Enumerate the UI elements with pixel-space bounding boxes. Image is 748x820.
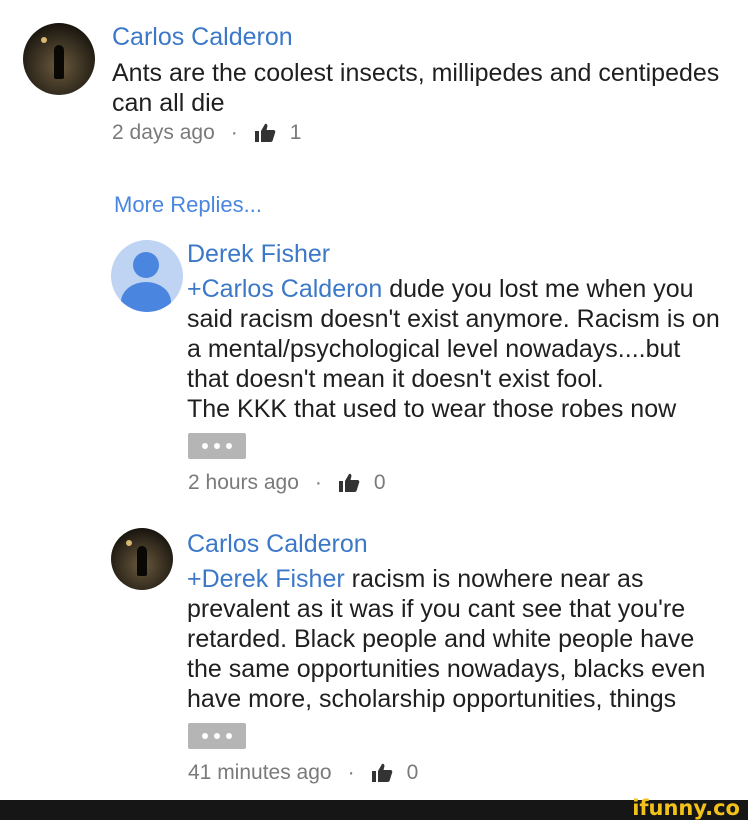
comment-meta: 2 hours ago · 0 [188, 470, 386, 496]
separator: · [314, 471, 322, 494]
comment-text-first: dude you lost me when you [389, 275, 694, 303]
comment-author[interactable]: Derek Fisher [187, 239, 330, 269]
comment-text-line: +Derek Fisher racism is nowhere near as [187, 564, 742, 594]
comment-time: 2 hours ago [188, 471, 299, 494]
comment-text-line: retarded. Black people and white people … [187, 625, 695, 653]
avatar[interactable] [23, 23, 95, 95]
avatar-light [41, 37, 47, 43]
comment-meta: 2 days ago · 1 [112, 120, 301, 146]
like-count: 1 [289, 121, 302, 144]
dot-icon [214, 443, 220, 449]
comment-text: +Derek Fisher racism is nowhere near as … [187, 564, 742, 714]
like-count: 0 [406, 761, 419, 784]
more-replies-link[interactable]: More Replies... [114, 191, 262, 219]
thumbs-up-icon[interactable] [371, 763, 393, 783]
comment-text-first: racism is nowhere near as [351, 565, 644, 593]
dot-icon [226, 733, 232, 739]
comment-author[interactable]: Carlos Calderon [112, 22, 293, 52]
separator: · [230, 121, 238, 144]
dot-icon [202, 443, 208, 449]
like-count: 0 [373, 471, 386, 494]
comment-time: 2 days ago [112, 121, 215, 144]
comment-text-line: prevalent as it was if you cant see that… [187, 595, 686, 623]
expand-comment-button[interactable] [188, 433, 246, 459]
avatar-light [126, 540, 132, 546]
comment-text: Ants are the coolest insects, millipedes… [112, 58, 742, 118]
comment-text-line: Ants are the coolest insects, millipedes… [112, 59, 720, 87]
dot-icon [214, 733, 220, 739]
avatar-figure [54, 45, 64, 79]
comment-text-line: The KKK that used to wear those robes no… [187, 395, 677, 423]
dot-icon [226, 443, 232, 449]
comment-time: 41 minutes ago [188, 761, 332, 784]
comment-text-line: that doesn't mean it doesn't exist fool. [187, 365, 604, 393]
comment-meta: 41 minutes ago · 0 [188, 760, 418, 786]
expand-comment-button[interactable] [188, 723, 246, 749]
avatar-figure [137, 546, 147, 576]
avatar[interactable] [111, 240, 183, 312]
comment-text-line: a mental/psychological level nowadays...… [187, 335, 681, 363]
dot-icon [202, 733, 208, 739]
comment-text: +Carlos Calderon dude you lost me when y… [187, 274, 742, 424]
avatar-head [133, 252, 159, 278]
avatar[interactable] [111, 528, 173, 590]
separator: · [347, 761, 355, 784]
comment-text-line: +Carlos Calderon dude you lost me when y… [187, 274, 742, 304]
comment-text-line: said racism doesn't exist anymore. Racis… [187, 305, 720, 333]
thumbs-up-icon[interactable] [254, 123, 276, 143]
avatar-body [121, 282, 171, 312]
comment-text-line: can all die [112, 89, 225, 117]
comment-text-line: the same opportunities nowadays, blacks … [187, 655, 706, 683]
mention-link[interactable]: +Derek Fisher [187, 565, 345, 593]
ifunny-watermark: ifunny.co [632, 796, 740, 820]
footer-bar: ifunny.co [0, 796, 748, 820]
comment-author[interactable]: Carlos Calderon [187, 529, 368, 559]
thumbs-up-icon[interactable] [338, 473, 360, 493]
mention-link[interactable]: +Carlos Calderon [187, 275, 382, 303]
comment-text-line: have more, scholarship opportunities, th… [187, 685, 677, 713]
